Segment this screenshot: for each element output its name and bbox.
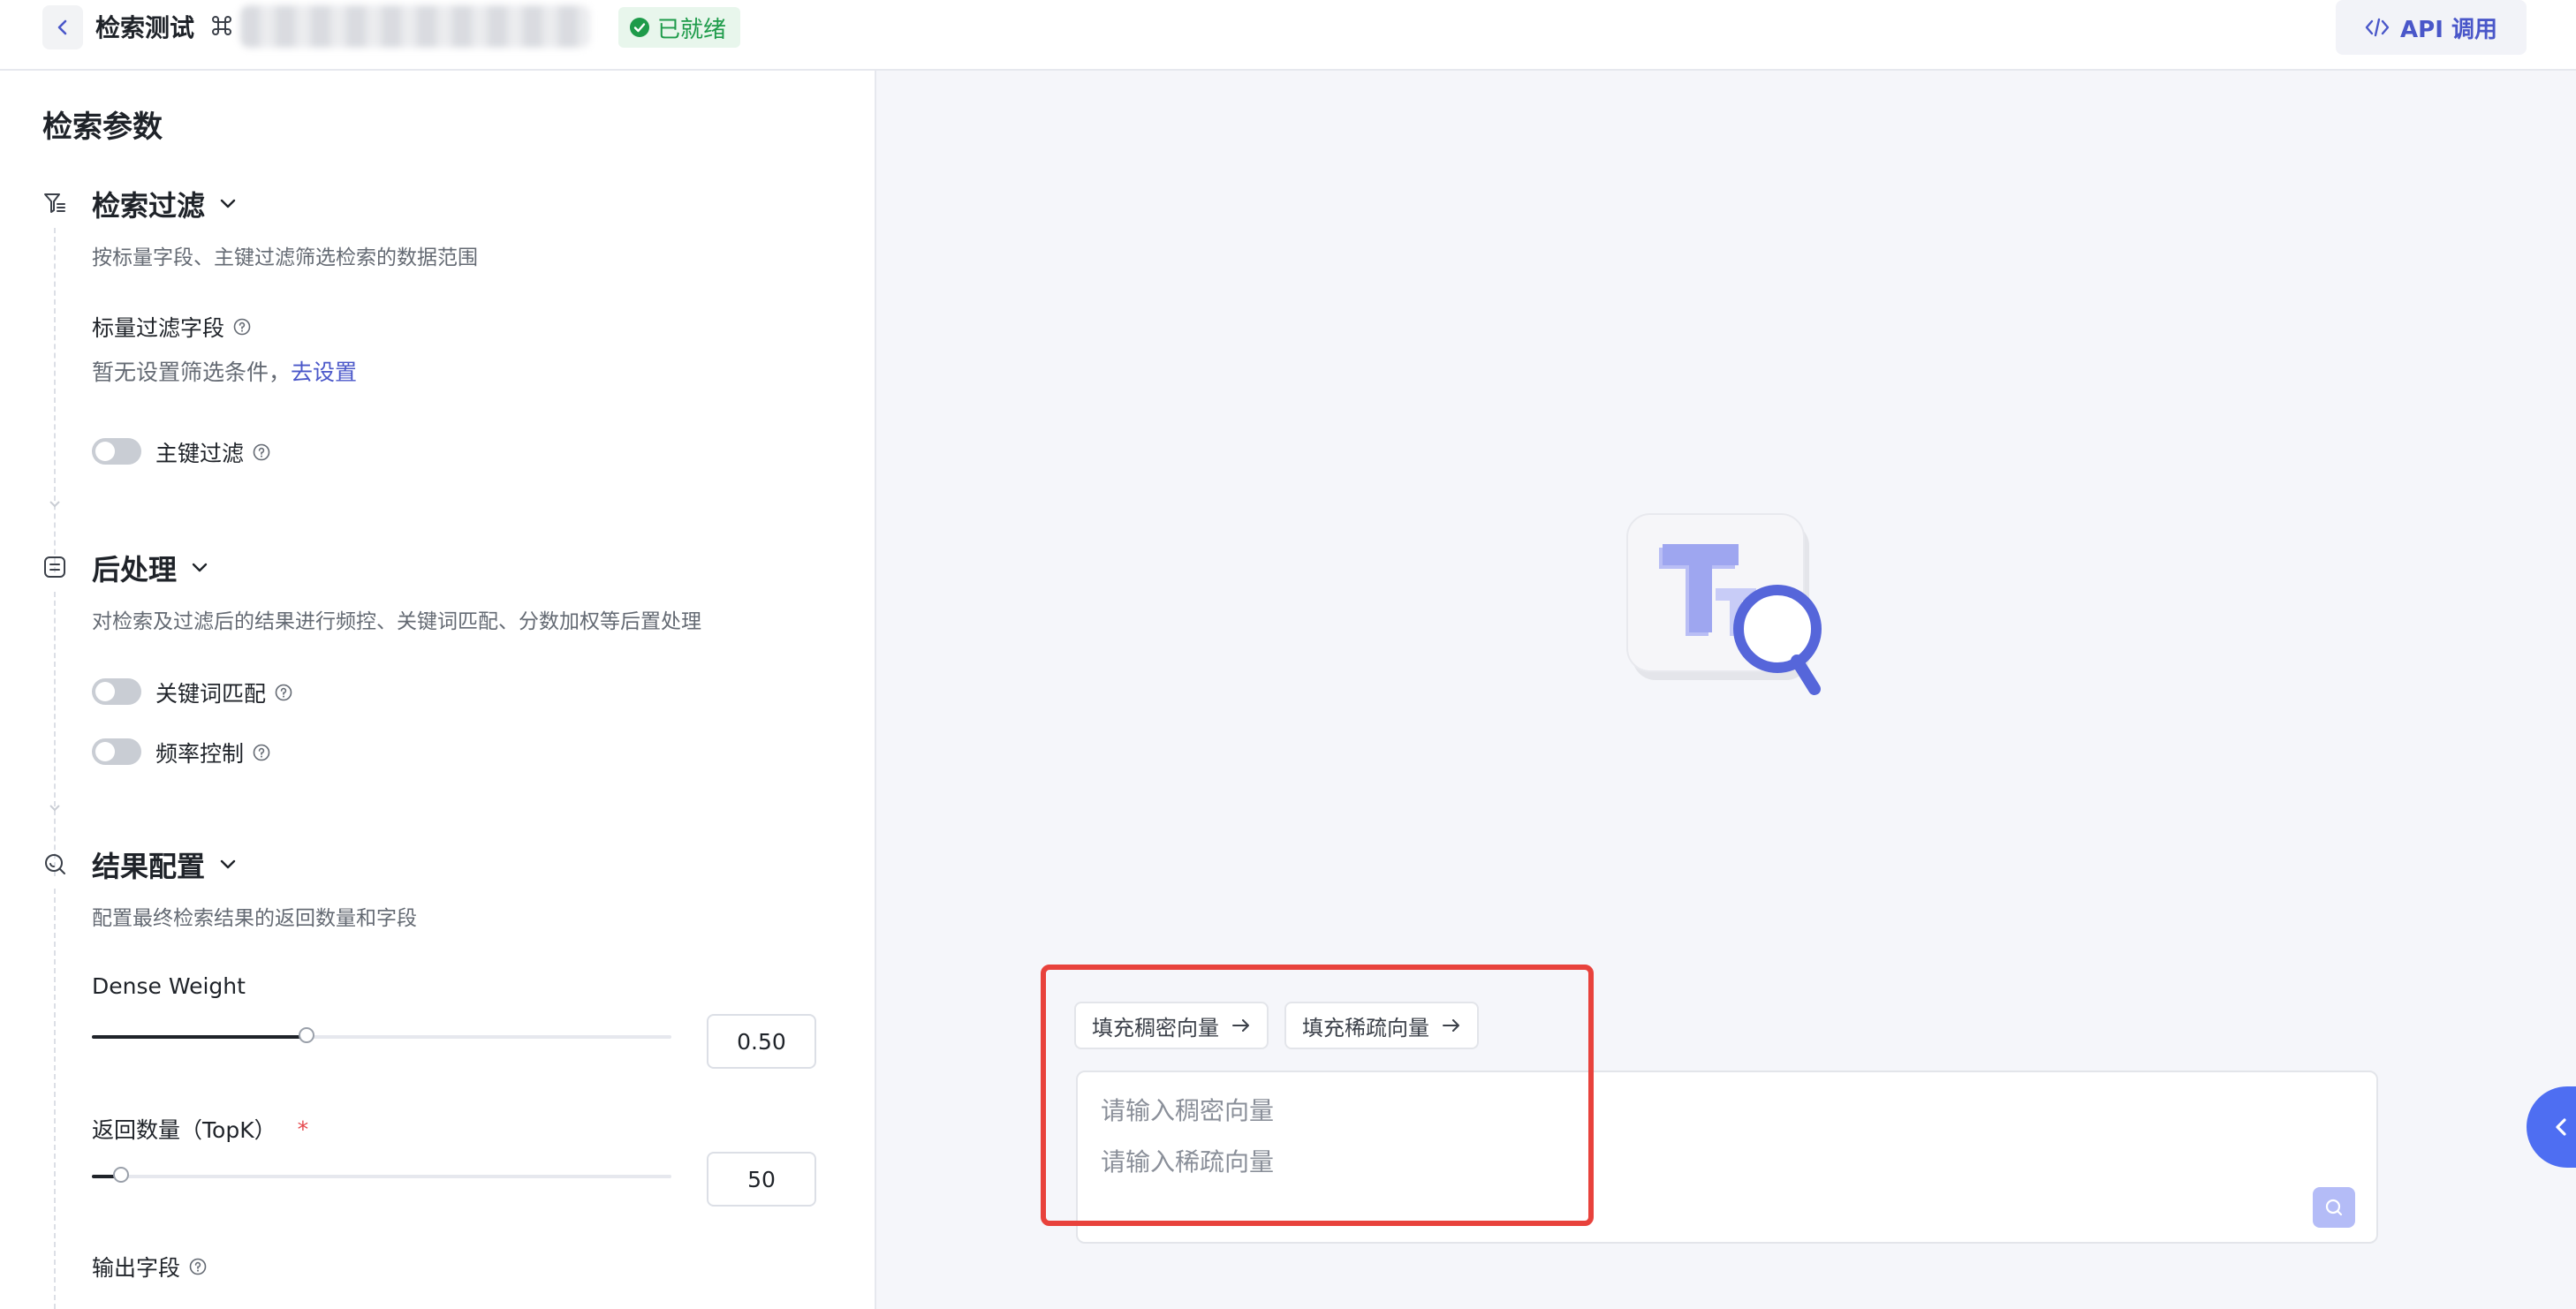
scalar-filter-label: 标量过滤字段 [92, 311, 251, 343]
help-icon[interactable] [253, 443, 270, 461]
section-filter-toggle[interactable]: 检索过滤 [92, 184, 237, 224]
scalar-filter-text: 标量过滤字段 [92, 315, 225, 341]
keyword-match-text: 关键词匹配 [155, 681, 267, 707]
section-post-desc: 对检索及过滤后的结果进行频控、关键词匹配、分数加权等后置处理 [92, 610, 701, 633]
filter-icon [44, 193, 65, 213]
output-fields-label: 输出字段 [92, 1251, 207, 1283]
topk-input[interactable]: 50 [707, 1152, 816, 1207]
search-icon [2325, 1199, 2343, 1216]
api-call-label: API 调用 [2400, 16, 2497, 43]
section-result-desc: 配置最终检索结果的返回数量和字段 [92, 907, 417, 930]
required-mark: * [297, 1116, 309, 1142]
frequency-control-label: 频率控制 [155, 737, 270, 768]
page-title: 检索测试 [95, 13, 195, 42]
section-connector [54, 889, 56, 1309]
section-connector [54, 228, 56, 572]
pk-filter-text: 主键过滤 [155, 441, 245, 466]
section-result-title: 结果配置 [92, 850, 206, 883]
search-submit-button[interactable] [2313, 1187, 2355, 1228]
section-filter-desc: 按标量字段、主键过滤筛选检索的数据范围 [92, 246, 478, 269]
check-circle-icon [630, 18, 649, 37]
pk-filter-toggle[interactable] [92, 438, 141, 465]
status-badge: 已就绪 [618, 7, 741, 48]
back-button[interactable] [42, 5, 83, 49]
status-text: 已就绪 [657, 16, 727, 43]
dense-weight-text: Dense Weight [92, 973, 246, 999]
code-icon [2365, 18, 2390, 37]
chevron-left-icon [57, 19, 67, 35]
section-post-toggle[interactable]: 后处理 [92, 548, 208, 588]
slider-thumb[interactable] [298, 1027, 314, 1043]
topk-slider[interactable] [92, 1167, 671, 1183]
section-connector [54, 592, 56, 876]
command-icon [212, 16, 231, 35]
dense-weight-label: Dense Weight [92, 973, 246, 999]
post-process-icon [44, 556, 65, 578]
panel-title: 检索参数 [42, 110, 163, 145]
retrieval-params-panel: 检索参数 检索过滤 按标量字段、主键过滤筛选检索的数据范围 标量过滤字段 暂无设… [0, 71, 876, 1309]
help-icon[interactable] [253, 744, 270, 761]
frequency-control-text: 频率控制 [155, 741, 245, 767]
topk-label: 返回数量（TopK） * [92, 1113, 308, 1145]
slider-fill [92, 1035, 307, 1039]
keyword-match-toggle[interactable] [92, 678, 141, 705]
section-filter-title: 检索过滤 [92, 189, 206, 223]
chevron-down-icon [192, 563, 208, 572]
redacted-id [240, 5, 590, 48]
help-icon[interactable] [189, 1258, 207, 1275]
topk-text: 返回数量（TopK） [92, 1117, 277, 1143]
result-search-icon [45, 854, 65, 874]
chevron-left-icon [2556, 1118, 2566, 1136]
no-filter-message: 暂无设置筛选条件， [92, 359, 292, 385]
slider-thumb[interactable] [112, 1167, 129, 1183]
api-call-button[interactable]: API 调用 [2336, 0, 2527, 55]
arrow-down-icon [49, 805, 60, 812]
keyword-match-label: 关键词匹配 [155, 677, 292, 708]
help-icon[interactable] [275, 684, 292, 701]
top-header: 检索测试 已就绪 API 调用 [0, 0, 2576, 71]
section-post-title: 后处理 [92, 553, 178, 586]
chevron-down-icon [220, 859, 236, 869]
chevron-down-icon [220, 199, 236, 208]
dense-weight-slider[interactable] [92, 1027, 671, 1043]
output-fields-text: 输出字段 [92, 1255, 181, 1281]
empty-search-illustration [1626, 513, 1822, 695]
dense-weight-input[interactable]: 0.50 [707, 1014, 816, 1069]
no-filter-text: 暂无设置筛选条件，去设置 [92, 355, 357, 387]
arrow-down-icon [49, 501, 60, 508]
help-icon[interactable] [233, 318, 251, 336]
section-result-toggle[interactable]: 结果配置 [92, 844, 237, 885]
setup-filter-link[interactable]: 去设置 [291, 359, 357, 385]
pk-filter-label: 主键过滤 [155, 436, 270, 468]
annotation-highlight [1041, 965, 1594, 1226]
frequency-control-toggle[interactable] [92, 738, 141, 765]
